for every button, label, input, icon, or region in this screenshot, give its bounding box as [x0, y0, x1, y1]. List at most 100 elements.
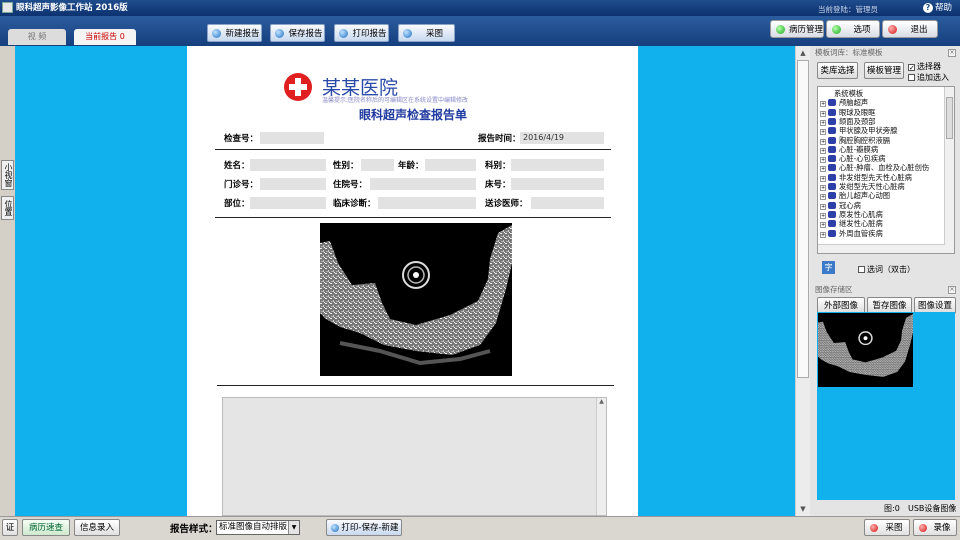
scroll-down-icon[interactable]: ▼	[798, 504, 808, 514]
expand-icon[interactable]: +	[820, 203, 826, 210]
red-dot-icon	[870, 524, 878, 532]
print-save-new-icon	[331, 524, 339, 532]
expand-icon[interactable]: +	[820, 110, 826, 117]
new-report-icon	[212, 29, 221, 38]
info-entry-button[interactable]: 信息录入	[74, 519, 120, 536]
tree-item[interactable]: + 原发性心肌病	[820, 210, 883, 219]
record-button[interactable]: 录像	[913, 519, 957, 536]
template-manage-button[interactable]: 模板管理	[864, 62, 904, 79]
records-quick-button[interactable]: 病历速查	[22, 519, 70, 536]
zi-button[interactable]: 字	[822, 261, 835, 274]
tree-item[interactable]: + 心脏-肿瘤、血栓及心脏创伤	[820, 163, 929, 173]
tree-item[interactable]: + 胎儿超声心动图	[820, 191, 890, 201]
category-select-button[interactable]: 类库选择	[817, 62, 858, 79]
image-panel-title: 图像存储区	[815, 285, 853, 294]
expand-icon[interactable]: +	[820, 166, 826, 173]
small-window-tab[interactable]: 小视窗	[1, 160, 14, 190]
tree-item[interactable]: + 发绀型先天性心脏病	[820, 182, 905, 191]
name-field[interactable]	[250, 159, 326, 171]
template-tree[interactable]: 系统模板 + 颅脑超声 + 眼球及眼眶 + 颌面及颈部 + 甲状腺及甲状旁腺 + 胸腔胸腔积液膈 + 心…	[817, 86, 955, 254]
green-dot-icon	[832, 25, 841, 34]
expand-icon[interactable]: +	[820, 138, 826, 145]
print-report-button[interactable]: 打印报告	[334, 24, 389, 42]
image-panel-close-icon[interactable]: ×	[948, 286, 956, 294]
tree-root-item[interactable]: 系统模板	[834, 89, 863, 98]
exam-no-field[interactable]	[260, 132, 324, 144]
findings-textbox[interactable]: ▲	[222, 397, 607, 516]
age-field[interactable]	[425, 159, 476, 171]
tab-current-report[interactable]: 当前报告 0	[74, 29, 136, 45]
doctor-field[interactable]	[531, 197, 604, 209]
expand-icon[interactable]: +	[820, 185, 826, 191]
divider-top	[215, 149, 611, 150]
bottom-capture-button[interactable]: 采图	[864, 519, 910, 536]
tree-item[interactable]: + 甲状腺及甲状旁腺	[820, 126, 897, 136]
tree-item[interactable]: + 外周血管疾病	[820, 229, 883, 238]
canvas-scrollbar[interactable]: ▲ ▼	[795, 46, 810, 516]
exit-button[interactable]: 退出	[882, 20, 938, 38]
exam-no-label: 检查号：	[224, 134, 259, 144]
expand-icon[interactable]: +	[820, 175, 826, 182]
tree-item[interactable]: + 冠心病	[820, 201, 861, 210]
tree-item[interactable]: + 颅脑超声	[820, 98, 868, 108]
tree-item[interactable]: + 胸腔胸腔积液膈	[820, 136, 890, 145]
diagnosis-label: 临床诊断：	[333, 199, 376, 209]
save-report-button[interactable]: 保存报告	[270, 24, 325, 42]
outpatient-field[interactable]	[260, 178, 326, 190]
select-dblclick-checkbox[interactable]: 选词（双击）	[858, 264, 915, 275]
bottom-capture-label: 采图	[885, 523, 903, 533]
help-button[interactable]: ? 帮助	[922, 0, 952, 16]
expand-icon[interactable]: +	[820, 157, 826, 164]
part-field[interactable]	[250, 197, 326, 209]
image-thumbnail[interactable]	[818, 313, 913, 387]
scroll-up-icon[interactable]: ▲	[798, 48, 808, 58]
scroll-thumb[interactable]	[797, 60, 809, 378]
expand-icon[interactable]: +	[820, 147, 826, 154]
tree-item[interactable]: + 心脏-瓣膜病	[820, 145, 878, 154]
capture-label: 采图	[425, 29, 443, 39]
cert-button[interactable]: 证	[2, 519, 18, 536]
tab-video[interactable]: 视 频	[8, 29, 66, 45]
new-report-button[interactable]: 新建报告	[207, 24, 262, 42]
save-report-icon	[275, 29, 284, 38]
expand-icon[interactable]: +	[820, 101, 826, 108]
expand-icon[interactable]: +	[820, 194, 826, 201]
report-time-field[interactable]: 2016/4/19	[520, 132, 604, 144]
tree-item-label: 原发性心肌病	[839, 209, 883, 219]
gender-field[interactable]	[361, 159, 394, 171]
print-save-new-button[interactable]: 打印-保存-新建	[326, 519, 402, 536]
tree-scrollbar[interactable]	[944, 87, 954, 253]
expand-icon[interactable]: +	[820, 119, 826, 126]
tree-item[interactable]: + 心脏-心包疾病	[820, 154, 885, 164]
book-icon	[828, 99, 836, 107]
options-button[interactable]: 选项	[826, 20, 880, 38]
ultrasound-image[interactable]	[320, 223, 512, 376]
records-management-button[interactable]: 病历管理	[770, 20, 824, 38]
report-style-select[interactable]: 标准图像自动排版 ▼	[216, 520, 300, 535]
tree-item[interactable]: + 非发绀型先天性心脏病	[820, 173, 912, 182]
tree-item-label: 系统模板	[834, 89, 864, 98]
tree-item[interactable]: + 颌面及颈部	[820, 117, 875, 126]
textbox-scrollbar[interactable]: ▲	[596, 398, 606, 515]
expand-icon[interactable]: +	[820, 212, 826, 219]
expand-icon[interactable]: +	[820, 129, 826, 136]
template-panel-close-icon[interactable]: ×	[948, 49, 956, 57]
tree-item[interactable]: + 继发性心脏病	[820, 219, 883, 229]
tree-item[interactable]: + 眼球及眼眶	[820, 108, 875, 117]
book-icon	[828, 201, 836, 209]
expand-icon[interactable]: +	[820, 231, 826, 238]
dept-field[interactable]	[511, 159, 604, 171]
inpatient-field[interactable]	[370, 178, 476, 190]
tree-scroll-thumb[interactable]	[946, 97, 953, 139]
capture-button[interactable]: 采图	[398, 24, 455, 42]
book-icon	[828, 192, 836, 200]
expand-icon[interactable]: +	[820, 222, 826, 229]
selector-checkbox[interactable]: ✓ 选择器	[908, 61, 941, 72]
diagnosis-field[interactable]	[378, 197, 476, 209]
inpatient-label: 住院号：	[333, 180, 368, 190]
append-checkbox[interactable]: 追加选入	[908, 72, 949, 83]
position-tab[interactable]: 位置	[1, 196, 14, 220]
tree-hscrollbar[interactable]	[818, 244, 945, 253]
bed-field[interactable]	[511, 178, 604, 190]
report-style-value: 标准图像自动排版	[219, 522, 288, 532]
